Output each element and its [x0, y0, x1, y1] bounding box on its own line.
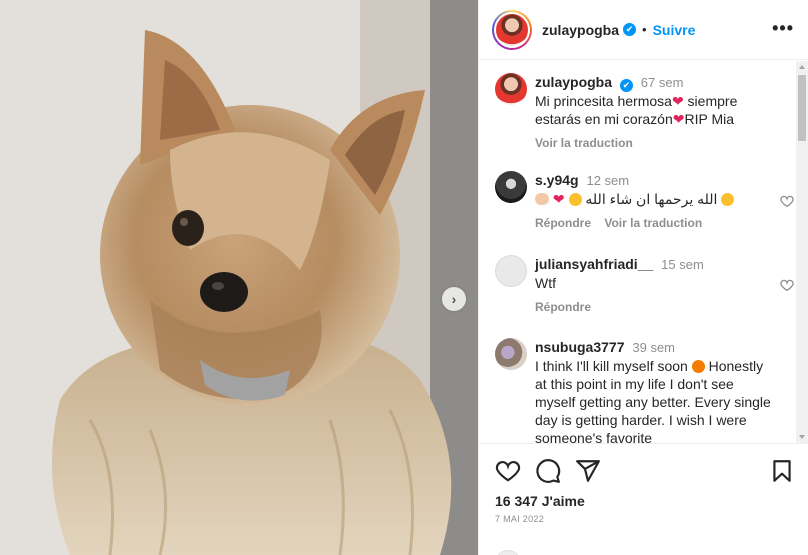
comment-actions: Répondre	[535, 300, 775, 314]
chevron-right-icon: ›	[451, 291, 457, 307]
action-bar	[495, 458, 795, 484]
comment-item: nsubuga3777 39 sem I think I'll kill mys…	[495, 338, 795, 443]
comment-item: s.y94g 12 sem ❤ الله يرحمها ان شاء الله …	[495, 171, 795, 230]
scroll-up-icon[interactable]	[799, 65, 805, 69]
next-media-button[interactable]: ›	[442, 287, 466, 311]
comment-text-body: I think I'll kill myself soon	[535, 358, 688, 374]
comment-text-body: الله يرحمها ان شاء الله	[585, 191, 718, 207]
heart-icon[interactable]	[779, 277, 795, 293]
separator: •	[642, 22, 647, 37]
comment-username[interactable]: juliansyahfriadi__	[535, 256, 653, 272]
hands-emoji	[535, 193, 549, 205]
comment-icon[interactable]	[535, 458, 561, 484]
post-actions-section: 16 347 J'aime 7 MAI 2022	[479, 443, 808, 555]
heart-emoji: ❤	[671, 93, 684, 109]
comment-text: Wtf	[535, 275, 556, 291]
comment-text: ❤ الله يرحمها ان شاء الله	[535, 190, 775, 208]
post-media[interactable]: ›	[0, 0, 478, 555]
comment-actions: Répondre Voir la traduction	[535, 216, 775, 230]
comment-item: juliansyahfriadi__ 15 sem Wtf Répondre	[495, 255, 795, 314]
reply-link[interactable]: Répondre	[535, 216, 591, 230]
more-icon[interactable]: •••	[772, 18, 794, 39]
heart-emoji: ❤	[552, 191, 565, 207]
translate-link[interactable]: Voir la traduction	[535, 136, 633, 150]
header-username[interactable]: zulaypogba	[542, 22, 619, 38]
caption-username[interactable]: zulaypogba	[535, 74, 612, 90]
angry-face-emoji	[691, 360, 705, 373]
translate-link[interactable]: Voir la traduction	[604, 216, 702, 230]
caption: zulaypogba ✔ 67 sem Mi princesita hermos…	[495, 73, 795, 150]
avatar[interactable]	[492, 9, 532, 50]
comment-username[interactable]: s.y94g	[535, 172, 579, 188]
save-icon[interactable]	[769, 458, 795, 484]
sad-face-emoji	[568, 193, 582, 206]
comment-time[interactable]: 15 sem	[661, 257, 704, 272]
caption-text: Mi princesita hermosa❤ siempre estarás e…	[535, 92, 775, 128]
avatar[interactable]	[495, 255, 527, 287]
post-panel: zulaypogba ✔ • Suivre ••• zulaypogba ✔ 6…	[478, 0, 808, 555]
likes-count[interactable]: 16 347 J'aime	[495, 493, 585, 509]
heart-icon[interactable]	[779, 193, 795, 209]
scrollbar[interactable]	[796, 61, 808, 443]
dog-photo	[0, 0, 478, 555]
caption-actions: Voir la traduction	[535, 136, 775, 150]
scroll-down-icon[interactable]	[799, 435, 805, 439]
comment-username[interactable]: nsubuga3777	[535, 339, 624, 355]
post-date[interactable]: 7 MAI 2022	[495, 514, 544, 524]
share-icon[interactable]	[575, 458, 601, 484]
caption-text-part: RIP Mia	[684, 111, 735, 127]
avatar[interactable]	[495, 338, 527, 370]
caption-text-part: Mi princesita hermosa	[535, 93, 672, 109]
caption-time[interactable]: 67 sem	[641, 75, 684, 90]
verified-icon: ✔	[623, 23, 637, 36]
reply-link[interactable]: Répondre	[535, 300, 591, 314]
comment-time[interactable]: 12 sem	[586, 173, 629, 188]
avatar[interactable]	[495, 73, 527, 105]
post-header: zulaypogba ✔ • Suivre •••	[479, 0, 808, 60]
scroll-thumb[interactable]	[798, 75, 806, 141]
avatar	[495, 550, 521, 555]
comments-list[interactable]: zulaypogba ✔ 67 sem Mi princesita hermos…	[479, 61, 808, 443]
verified-icon: ✔	[619, 79, 633, 92]
follow-button[interactable]: Suivre	[653, 22, 696, 38]
comment-text: I think I'll kill myself soon Honestly a…	[535, 357, 775, 443]
heart-emoji: ❤	[672, 111, 685, 127]
comment-time[interactable]: 39 sem	[632, 340, 675, 355]
heart-icon[interactable]	[495, 458, 521, 484]
avatar[interactable]	[495, 171, 527, 203]
sad-face-emoji	[721, 193, 735, 206]
